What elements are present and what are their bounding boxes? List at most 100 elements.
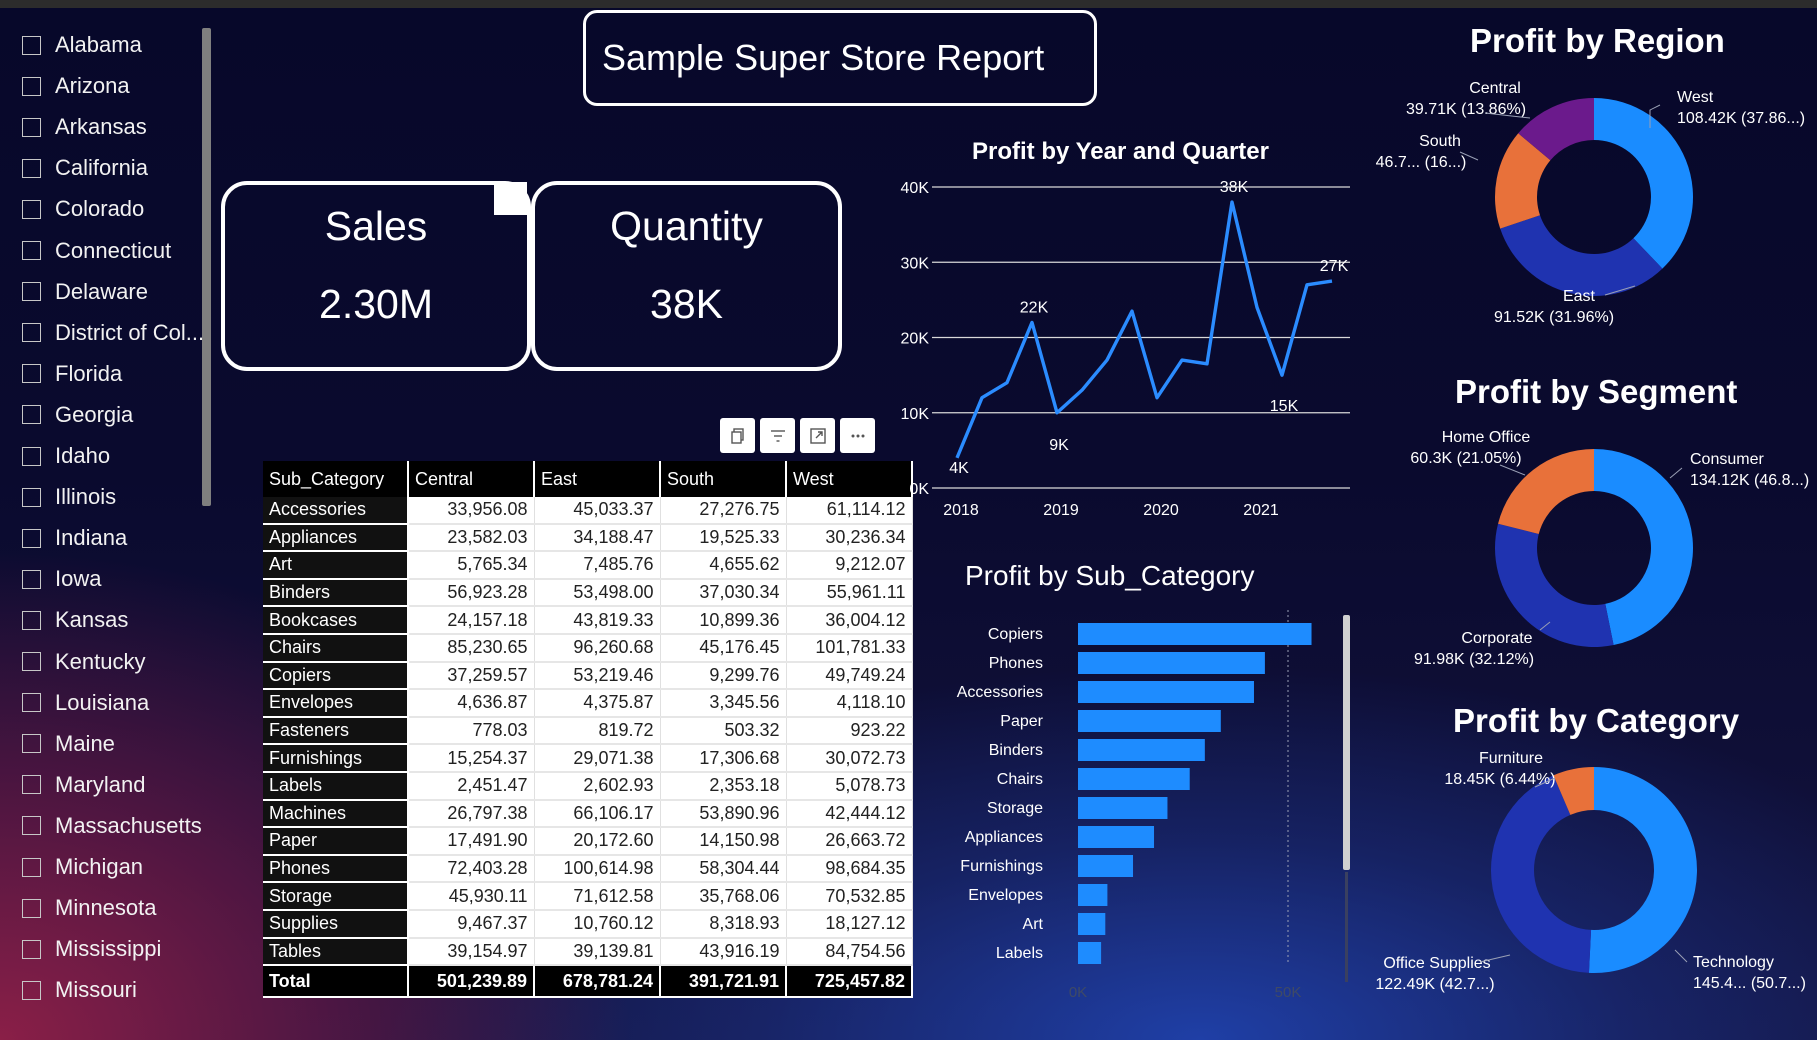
checkbox-icon[interactable]: [22, 693, 41, 713]
checkbox-icon[interactable]: [22, 282, 41, 302]
checkbox-icon[interactable]: [22, 241, 41, 260]
copy-visual-button[interactable]: [720, 418, 755, 453]
checkbox-icon[interactable]: [22, 323, 41, 343]
table-row[interactable]: Paper 17,491.90 20,172.60 14,150.98 26,663.7…: [263, 827, 913, 856]
sales-card[interactable]: Sales 2.30M: [221, 181, 531, 371]
slicer-item[interactable]: Missouri: [22, 975, 137, 1005]
checkbox-icon[interactable]: [22, 939, 41, 959]
slicer-item[interactable]: Kansas: [22, 605, 128, 635]
checkbox-icon[interactable]: [22, 76, 41, 96]
checkbox-icon[interactable]: [22, 898, 41, 918]
profit-by-category-chart[interactable]: Technology 145.4... (50.7...) Office Suppl…: [1360, 750, 1817, 1040]
donut-slice[interactable]: [1594, 449, 1694, 646]
profit-line[interactable]: [955, 200, 1333, 459]
checkbox-icon[interactable]: [22, 199, 41, 219]
donut-slice[interactable]: [1588, 767, 1698, 973]
slicer-item[interactable]: Arkansas: [22, 112, 147, 142]
profit-by-segment-chart[interactable]: Consumer 134.12K (46.8...) Corporate 91.98K…: [1360, 420, 1817, 690]
checkbox-icon[interactable]: [22, 528, 41, 548]
bar[interactable]: [1078, 652, 1265, 674]
checkbox-icon[interactable]: [22, 405, 41, 425]
table-row[interactable]: Furnishings 15,254.37 29,071.38 17,306.68 30…: [263, 744, 913, 773]
quantity-card[interactable]: Quantity 38K: [531, 181, 842, 371]
slice-value-label: 91.98K (32.12%): [1414, 651, 1534, 668]
bar[interactable]: [1078, 623, 1312, 645]
slicer-scrollbar[interactable]: [202, 28, 211, 506]
table-row[interactable]: Bookcases 24,157.18 43,819.33 10,899.36 36,0…: [263, 606, 913, 635]
donut-slice[interactable]: [1495, 523, 1614, 647]
bar[interactable]: [1078, 855, 1134, 877]
focus-mode-button[interactable]: [800, 418, 835, 453]
bar[interactable]: [1078, 826, 1155, 848]
checkbox-icon[interactable]: [22, 652, 41, 671]
slicer-item[interactable]: Maryland: [22, 770, 145, 800]
slicer-item[interactable]: Colorado: [22, 194, 144, 224]
slicer-item[interactable]: Iowa: [22, 564, 101, 594]
bar[interactable]: [1078, 739, 1205, 761]
slicer-item[interactable]: Delaware: [22, 277, 148, 307]
slicer-item[interactable]: Arizona: [22, 71, 130, 101]
table-row[interactable]: Copiers 37,259.57 53,219.46 9,299.76 49,749.…: [263, 661, 913, 691]
column-header[interactable]: Central: [408, 461, 535, 497]
bar[interactable]: [1078, 913, 1106, 935]
column-header[interactable]: Sub_Category: [263, 461, 409, 497]
table-row[interactable]: Machines 26,797.38 66,106.17 53,890.96 42,44…: [263, 799, 913, 829]
slicer-item[interactable]: Maine: [22, 729, 115, 759]
column-header[interactable]: South: [660, 461, 787, 497]
slicer-item[interactable]: Kentucky: [22, 647, 146, 677]
table-row[interactable]: Appliances 23,582.03 34,188.47 19,525.33 30,…: [263, 523, 913, 553]
slicer-item[interactable]: Massachusetts: [22, 811, 202, 841]
checkbox-icon[interactable]: [22, 816, 41, 836]
bar[interactable]: [1078, 681, 1254, 703]
slicer-item[interactable]: Connecticut: [22, 236, 171, 266]
slicer-item[interactable]: Indiana: [22, 523, 127, 553]
bar[interactable]: [1078, 710, 1221, 732]
checkbox-icon[interactable]: [22, 610, 41, 630]
bar-chart-scrollbar[interactable]: [1343, 615, 1350, 870]
slicer-item[interactable]: Idaho: [22, 441, 110, 471]
table-row[interactable]: Art 5,765.34 7,485.76 4,655.62 9,212.07: [263, 551, 913, 580]
profit-by-year-quarter-chart[interactable]: 0K 10K 20K 30K 40K 2018 2019 2020 2021 4K 22K 9K 38K…: [870, 170, 1370, 520]
table-row[interactable]: Binders 56,923.28 53,498.00 37,030.34 55,961…: [263, 578, 913, 608]
bar[interactable]: [1078, 942, 1102, 964]
checkbox-icon[interactable]: [22, 980, 41, 1000]
profit-by-subcategory-chart[interactable]: Copiers Phones Accessories Paper Binders Chai…: [870, 610, 1350, 1010]
slicer-item[interactable]: Mississippi: [22, 934, 161, 964]
profit-by-region-chart[interactable]: West 108.42K (37.86...) East 91.52K (31.96%…: [1360, 70, 1817, 340]
table-row[interactable]: Supplies 9,467.37 10,760.12 8,318.93 18,127.…: [263, 909, 913, 939]
checkbox-icon[interactable]: [22, 35, 41, 55]
checkbox-icon[interactable]: [22, 569, 41, 589]
checkbox-icon[interactable]: [22, 446, 41, 466]
slicer-item[interactable]: Illinois: [22, 482, 116, 512]
copy-icon: [730, 427, 744, 444]
table-row[interactable]: Phones 72,403.28 100,614.98 58,304.44 98,684…: [263, 854, 913, 884]
donut-slice[interactable]: [1500, 215, 1663, 296]
slicer-item[interactable]: Florida: [22, 359, 122, 389]
checkbox-icon[interactable]: [22, 857, 41, 877]
slicer-item[interactable]: Alabama: [22, 30, 142, 60]
checkbox-icon[interactable]: [22, 487, 41, 507]
checkbox-icon[interactable]: [22, 364, 41, 384]
checkbox-icon[interactable]: [22, 158, 41, 178]
table-row[interactable]: Chairs 85,230.65 96,260.68 45,176.45 101,781…: [263, 633, 913, 663]
column-header[interactable]: East: [534, 461, 661, 497]
checkbox-icon[interactable]: [22, 734, 41, 754]
checkbox-icon[interactable]: [22, 117, 41, 137]
bar[interactable]: [1078, 797, 1168, 819]
slicer-item[interactable]: District of Col...: [22, 318, 204, 348]
filter-visual-button[interactable]: [760, 418, 795, 453]
table-row[interactable]: Accessories 33,956.08 45,033.37 27,276.75 61…: [263, 497, 913, 525]
slicer-item[interactable]: Georgia: [22, 400, 133, 430]
bar[interactable]: [1078, 884, 1108, 906]
table-row[interactable]: Storage 45,930.11 71,612.58 35,768.06 70,532…: [263, 882, 913, 911]
checkbox-icon[interactable]: [22, 775, 41, 795]
table-row[interactable]: Tables 39,154.97 39,139.81 43,916.19 84,754.…: [263, 937, 913, 967]
slicer-item[interactable]: Minnesota: [22, 893, 157, 923]
slicer-item[interactable]: Michigan: [22, 852, 143, 882]
table-row[interactable]: Envelopes 4,636.87 4,375.87 3,345.56 4,118.1…: [263, 689, 913, 718]
table-row[interactable]: Labels 2,451.47 2,602.93 2,353.18 5,078.73: [263, 771, 913, 801]
slicer-item[interactable]: California: [22, 153, 148, 183]
bar[interactable]: [1078, 768, 1190, 790]
slicer-item[interactable]: Louisiana: [22, 688, 149, 718]
table-row[interactable]: Fasteners 778.03 819.72 503.32 923.22: [263, 716, 913, 746]
